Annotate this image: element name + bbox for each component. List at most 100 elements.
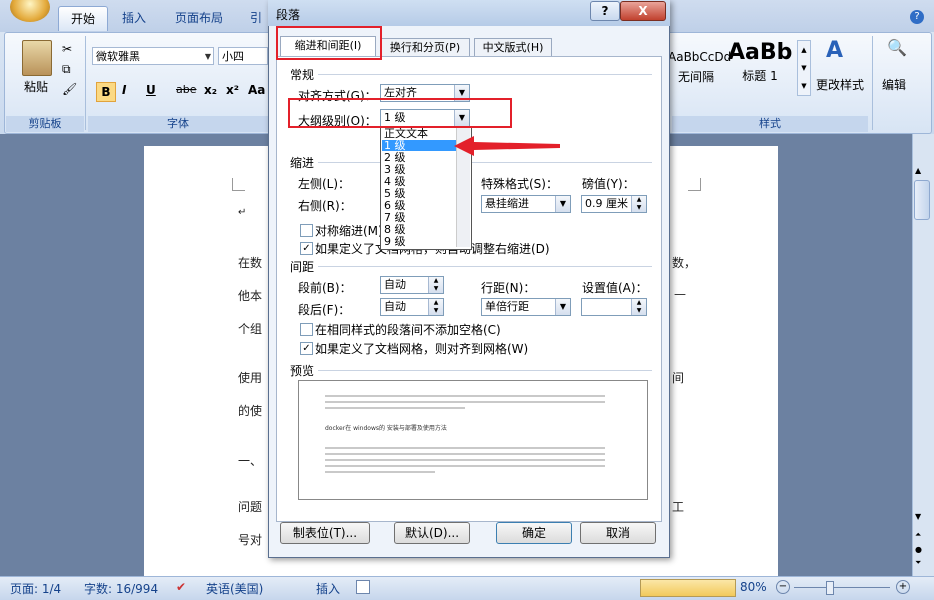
spacing-at-input[interactable]: ▲ ▼ — [581, 298, 647, 316]
outline-option[interactable]: 正文文本 — [382, 128, 456, 139]
tab-references[interactable]: 引 — [250, 6, 262, 30]
no-space-label[interactable]: 在相同样式的段落间不添加空格(C) — [315, 321, 501, 338]
status-insert[interactable]: 插入 — [316, 580, 340, 597]
dialog-close-button[interactable]: X — [620, 1, 666, 21]
auto-adjust-indent-checkbox[interactable]: ✓ — [300, 242, 313, 255]
tab-home[interactable]: 开始 — [58, 6, 108, 31]
tab-line-page-breaks[interactable]: 换行和分页(P) — [380, 38, 470, 57]
space-after-value: 自动 — [384, 300, 406, 313]
indent-by-input[interactable]: 0.9 厘米 ▲ ▼ — [581, 195, 647, 213]
scroll-up-icon[interactable]: ▲ — [915, 166, 921, 175]
status-page[interactable]: 页面: 1/4 — [10, 580, 61, 597]
font-name-combo[interactable]: 微软雅黑 ▼ — [92, 47, 214, 65]
font-size-value: 小四 — [222, 50, 244, 63]
cancel-button[interactable]: 取消 — [580, 522, 656, 544]
subscript-button[interactable]: x₂ — [204, 83, 217, 97]
scrollbar-thumb[interactable] — [914, 180, 930, 220]
snap-grid-label[interactable]: 如果定义了文档网格，则对齐到网格(W) — [315, 340, 528, 357]
space-before-input[interactable]: 自动 ▲ ▼ — [380, 276, 444, 294]
bold-button[interactable]: B — [96, 82, 116, 102]
copy-icon[interactable]: ⧉ — [62, 62, 71, 77]
outline-option[interactable]: 3 级 — [382, 164, 456, 175]
format-painter-icon[interactable]: 🖌 — [62, 82, 77, 96]
ok-button[interactable]: 确定 — [496, 522, 572, 544]
tabs-button[interactable]: 制表位(T)... — [280, 522, 370, 544]
no-space-checkbox[interactable] — [300, 323, 313, 336]
snap-grid-checkbox[interactable]: ✓ — [300, 342, 313, 355]
spinner-icon[interactable]: ▲ ▼ — [428, 277, 443, 293]
edit-label[interactable]: 编辑 — [882, 76, 906, 93]
find-icon[interactable]: 🔍 — [884, 38, 910, 64]
change-styles-icon[interactable]: A — [826, 38, 854, 68]
doc-line-end: 数， — [672, 256, 697, 270]
view-buttons[interactable] — [640, 579, 736, 597]
outline-option[interactable]: 7 级 — [382, 212, 456, 223]
status-zoom[interactable]: 80% — [740, 580, 767, 594]
outline-option[interactable]: 8 级 — [382, 224, 456, 235]
space-after-input[interactable]: 自动 ▲ ▼ — [380, 298, 444, 316]
status-language[interactable]: 英语(美国) — [206, 580, 263, 597]
tab-page-layout[interactable]: 页面布局 — [175, 6, 223, 30]
paste-icon[interactable] — [22, 40, 52, 76]
help-icon[interactable]: ? — [910, 10, 924, 24]
preview-line — [325, 465, 605, 467]
special-indent-select[interactable]: 悬挂缩进 ▼ — [481, 195, 571, 213]
change-styles-label[interactable]: 更改样式 — [816, 76, 864, 93]
style-no-spacing[interactable]: AaBbCcDd 无间隔 — [668, 38, 731, 98]
next-page-icon[interactable]: ⏷ — [915, 558, 921, 568]
scroll-down-icon[interactable]: ▼ — [915, 512, 921, 521]
prev-page-icon[interactable]: ⏶ — [915, 530, 921, 540]
zoom-slider-thumb[interactable] — [826, 581, 834, 595]
outline-option[interactable]: 6 级 — [382, 200, 456, 211]
style-heading-1-preview: AaBb — [728, 40, 793, 65]
cut-icon[interactable]: ✂ — [62, 42, 72, 56]
underline-button[interactable]: U — [146, 83, 156, 97]
browse-object-icon[interactable]: ● — [915, 545, 922, 554]
style-no-spacing-label: 无间隔 — [677, 70, 714, 84]
change-case-button[interactable]: Aa — [248, 83, 265, 97]
annotation-arrow-shape — [454, 136, 560, 156]
zoom-slider[interactable] — [794, 587, 890, 588]
zoom-out-icon[interactable]: − — [776, 580, 790, 594]
macro-record-icon[interactable] — [356, 580, 370, 594]
italic-button[interactable]: I — [122, 83, 126, 97]
chevron-down-icon: ▼ — [204, 52, 211, 61]
mirror-indents-checkbox[interactable] — [300, 224, 313, 237]
spinner-icon[interactable]: ▲ ▼ — [631, 299, 646, 315]
superscript-button[interactable]: x² — [226, 83, 239, 97]
mirror-indents-label[interactable]: 对称缩进(M) — [315, 222, 383, 239]
styles-scroll[interactable]: ▲ ▼ ▼ — [797, 40, 811, 96]
zoom-in-icon[interactable]: + — [896, 580, 910, 594]
line-spacing-label: 行距(N)： — [481, 281, 536, 295]
outline-option[interactable]: 2 级 — [382, 152, 456, 163]
doc-line: 号对 — [238, 533, 263, 547]
status-words[interactable]: 字数: 16/994 — [84, 580, 158, 597]
doc-line: 使用 — [238, 371, 263, 385]
indent-by-label: 磅值(Y)： — [582, 177, 635, 191]
strikethrough-button[interactable]: abe — [176, 83, 197, 96]
dialog-help-button[interactable]: ? — [590, 1, 620, 21]
spinner-icon[interactable]: ▲ ▼ — [631, 196, 646, 212]
spinner-icon[interactable]: ▲ ▼ — [428, 299, 443, 315]
outline-option[interactable]: 9 级 — [382, 236, 456, 247]
chevron-down-icon: ▼ — [555, 196, 570, 212]
style-heading-1[interactable]: AaBb 标题 1 — [728, 38, 792, 98]
outline-option[interactable]: 5 级 — [382, 188, 456, 199]
space-before-value: 自动 — [384, 278, 406, 291]
tab-insert[interactable]: 插入 — [122, 6, 146, 30]
proofing-icon[interactable]: ✔ — [176, 580, 186, 594]
default-button[interactable]: 默认(D)... — [394, 522, 470, 544]
line-spacing-select[interactable]: 单倍行距 ▼ — [481, 298, 571, 316]
font-size-combo[interactable]: 小四 — [218, 47, 268, 65]
paste-button-label[interactable]: 粘贴 — [24, 78, 48, 95]
style-heading-1-label: 标题 1 — [742, 69, 778, 83]
indent-by-value: 0.9 厘米 — [585, 197, 628, 210]
outline-option[interactable]: 4 级 — [382, 176, 456, 187]
tab-asian-typography[interactable]: 中文版式(H) — [474, 38, 552, 57]
doc-line: 他本 — [238, 289, 263, 303]
preview-line — [325, 453, 605, 455]
special-indent-label: 特殊格式(S)： — [481, 177, 558, 191]
doc-line-end: 工 — [672, 500, 685, 514]
outline-option-selected[interactable]: 1 级 — [382, 140, 456, 151]
spacing-at-label: 设置值(A)： — [582, 281, 648, 295]
